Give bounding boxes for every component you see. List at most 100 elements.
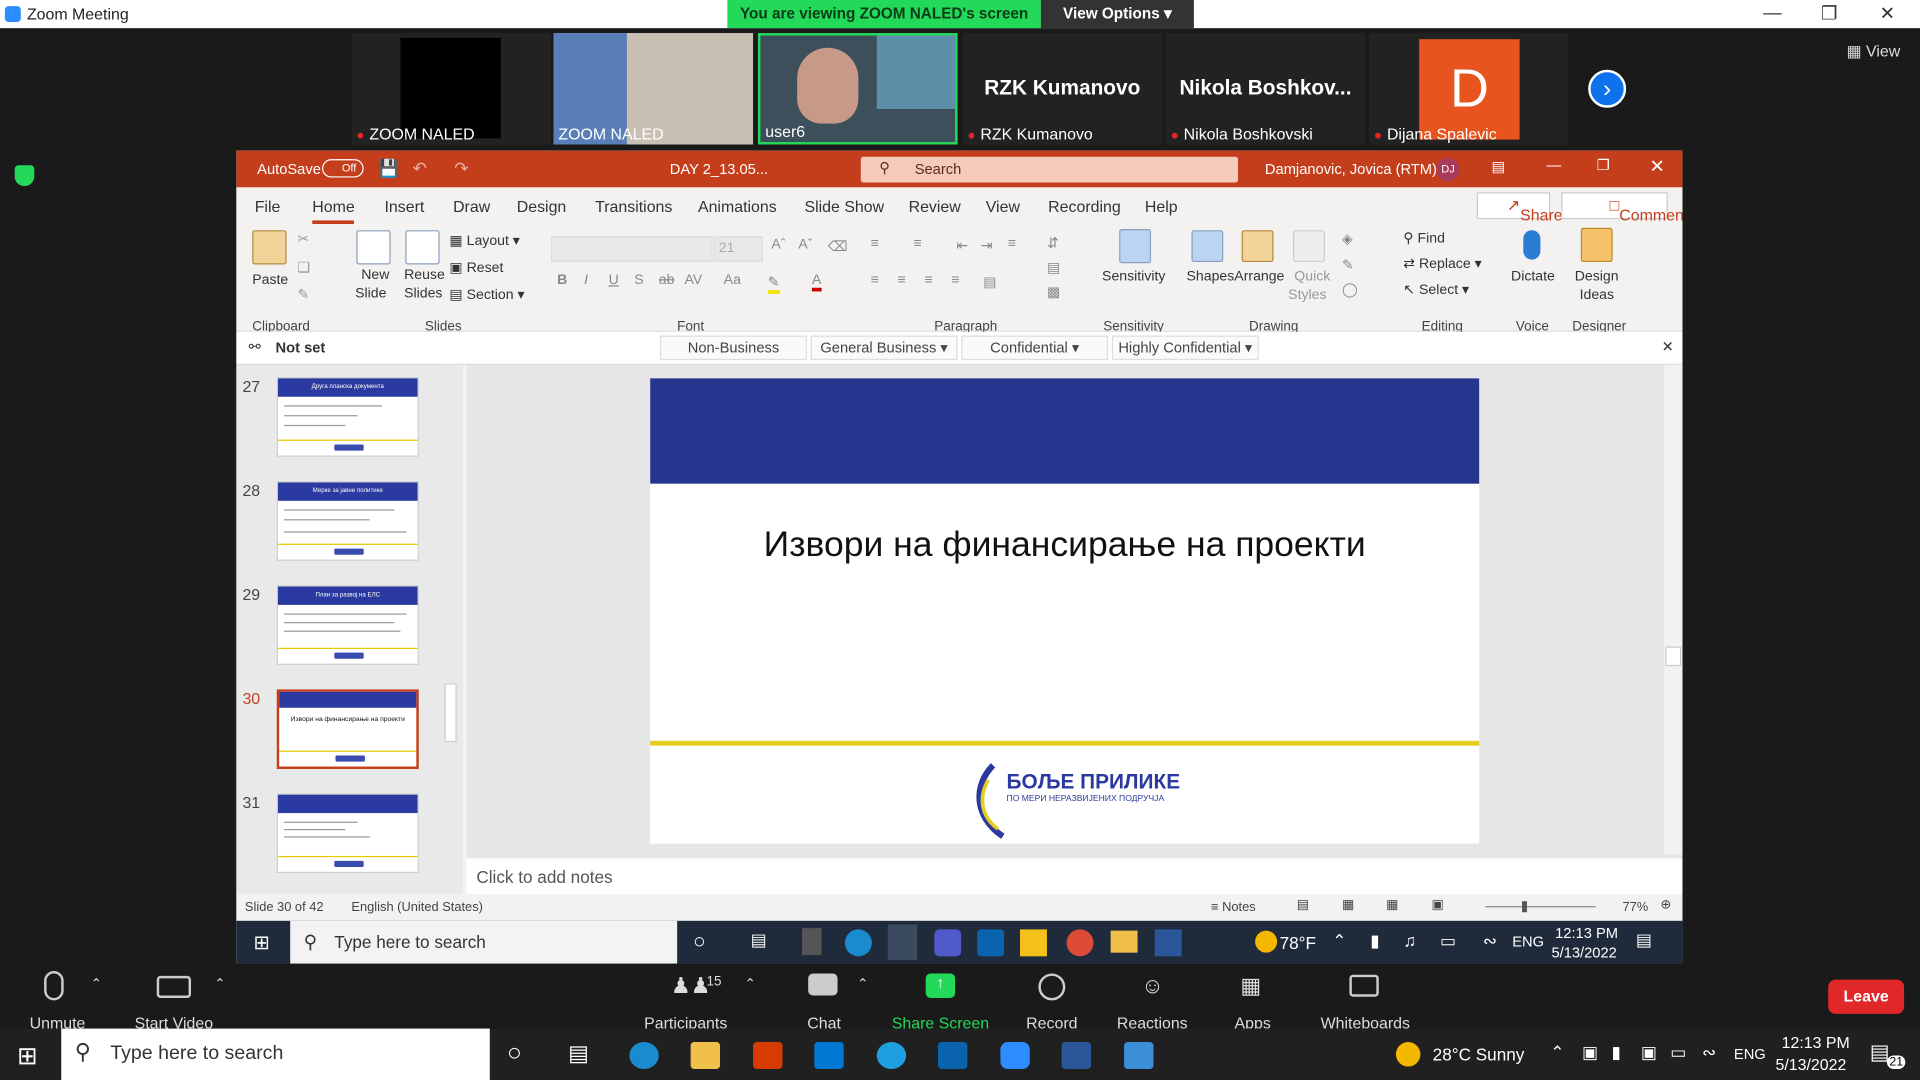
justify-icon[interactable]: ≡ xyxy=(951,273,959,288)
line-spacing-icon[interactable]: ≡ xyxy=(1008,236,1016,251)
font-shrink-icon[interactable]: Aˇ xyxy=(798,238,812,253)
tab-file[interactable]: File xyxy=(255,197,281,215)
maximize-icon[interactable]: ❐ xyxy=(1597,157,1610,174)
participant-tile-active[interactable]: user6 xyxy=(757,33,958,145)
file-explorer-icon[interactable] xyxy=(690,1042,721,1069)
participant-tile[interactable]: ZOOM NALED xyxy=(553,33,754,145)
tab-review[interactable]: Review xyxy=(909,197,961,215)
tab-draw[interactable]: Draw xyxy=(453,197,490,215)
comments-button[interactable]: □ Comments xyxy=(1561,192,1682,224)
clock-date[interactable]: 5/13/2022 xyxy=(1776,1056,1847,1074)
next-page-button[interactable]: › xyxy=(1588,69,1627,108)
shapes-label[interactable]: Shapes xyxy=(1187,269,1235,284)
tab-design[interactable]: Design xyxy=(517,197,567,215)
view-options-button[interactable]: View Options ▾ xyxy=(1040,0,1194,29)
shape-outline-icon[interactable]: ✎ xyxy=(1342,256,1354,273)
minimize-icon[interactable]: — xyxy=(1547,157,1562,174)
file-name[interactable]: DAY 2_13.05... xyxy=(670,160,768,177)
notification-icon[interactable]: ▤ xyxy=(1636,929,1652,950)
photos-icon[interactable] xyxy=(1124,1042,1154,1069)
teams-icon[interactable] xyxy=(934,929,962,957)
tab-transitions[interactable]: Transitions xyxy=(595,197,672,215)
paste-icon[interactable] xyxy=(252,230,287,265)
chat-chevron-icon[interactable]: ⌃ xyxy=(857,976,868,992)
wifi-icon[interactable]: ∾ xyxy=(1483,931,1497,952)
participants-icon[interactable]: ♟♟ xyxy=(671,973,711,999)
clock-time[interactable]: 12:13 PM xyxy=(1555,924,1618,941)
highly-confidential-button[interactable]: Highly Confidential ▾ xyxy=(1111,335,1259,361)
new-slide-label-2[interactable]: Slide xyxy=(355,287,386,302)
reading-view-icon[interactable]: ▦ xyxy=(1386,898,1398,913)
align-text-icon[interactable]: ▤ xyxy=(1047,258,1060,276)
whiteboard-icon[interactable] xyxy=(1349,974,1379,997)
zoom-app-taskbar-icon[interactable] xyxy=(1000,1042,1030,1069)
font-name-box[interactable] xyxy=(551,236,713,263)
notes-pane[interactable]: Click to add notes xyxy=(466,858,1683,896)
reset-button[interactable]: ▣ Reset xyxy=(449,258,503,276)
slide-thumbnail[interactable]: План за развој на ЕЛС xyxy=(276,585,419,665)
close-icon[interactable]: ✕ xyxy=(1649,156,1664,178)
quick-label[interactable]: Quick xyxy=(1294,269,1330,284)
tray-chevron-icon[interactable]: ⌃ xyxy=(1550,1042,1564,1063)
confidential-button[interactable]: Confidential ▾ xyxy=(961,335,1109,361)
audio-options-chevron-icon[interactable]: ⌃ xyxy=(91,976,102,992)
share-button[interactable]: ↗ Share xyxy=(1476,192,1563,224)
video-options-chevron-icon[interactable]: ⌃ xyxy=(214,976,225,992)
input-language[interactable]: ENG xyxy=(1734,1046,1766,1063)
task-view-icon[interactable]: ▤ xyxy=(751,929,767,950)
zoom-taskbar-icon[interactable] xyxy=(887,924,918,961)
section-button[interactable]: ▤ Section ▾ xyxy=(449,285,524,303)
minimize-icon[interactable]: — xyxy=(1763,2,1781,23)
muted-microphone-icon[interactable] xyxy=(44,971,64,1001)
replace-button[interactable]: ⇄ Replace ▾ xyxy=(1403,255,1481,272)
paste-label[interactable]: Paste xyxy=(252,273,288,288)
font-color-icon[interactable]: A xyxy=(811,273,822,292)
edge-icon[interactable] xyxy=(844,929,872,957)
slide-thumbnail[interactable]: Друга планска документа xyxy=(276,377,419,457)
thumbs-scrollbar[interactable] xyxy=(442,364,460,894)
change-case-icon[interactable]: Aa xyxy=(724,273,741,288)
tray-mic-icon[interactable]: ▮ xyxy=(1370,931,1379,952)
slide-title[interactable]: Извори на финансирање на проекти xyxy=(650,525,1479,565)
layout-button[interactable]: ▦ Layout ▾ xyxy=(449,231,519,249)
ribbon-display-icon[interactable]: ▤ xyxy=(1491,158,1505,175)
zoom-slider[interactable] xyxy=(1485,901,1596,913)
sensitivity-icon[interactable] xyxy=(1119,228,1152,264)
align-center-icon[interactable]: ≡ xyxy=(898,273,906,288)
participant-tile[interactable]: D ● Dijana Spalevic xyxy=(1368,33,1569,145)
microphone-icon[interactable] xyxy=(1523,230,1541,260)
chrome-icon[interactable] xyxy=(1066,929,1094,957)
slide-sorter-icon[interactable]: ▦ xyxy=(1342,898,1354,913)
outlook-icon[interactable] xyxy=(977,929,1005,957)
fit-slide-icon[interactable]: ⊕ xyxy=(1660,898,1671,913)
slide-thumbnail-selected[interactable]: Извори на финансирање на проекти xyxy=(276,689,419,769)
windows-start-icon[interactable]: ⊞ xyxy=(253,931,269,955)
clock-time[interactable]: 12:13 PM xyxy=(1782,1033,1850,1051)
clear-format-icon[interactable]: ⌫ xyxy=(828,238,848,255)
participant-tile[interactable]: Nikola Boshkov... ● Nikola Boshkovski xyxy=(1165,33,1366,145)
smartart-icon[interactable]: ▩ xyxy=(1047,283,1060,300)
select-button[interactable]: ↖ Select ▾ xyxy=(1403,280,1469,298)
cortana-icon[interactable]: ○ xyxy=(693,929,706,953)
weather-text[interactable]: 28°C Sunny xyxy=(1433,1044,1525,1064)
quick-styles-icon[interactable] xyxy=(1293,230,1325,263)
highlight-icon[interactable]: ✎ xyxy=(767,273,780,294)
new-slide-label[interactable]: New xyxy=(361,268,389,283)
tab-slide-show[interactable]: Slide Show xyxy=(804,197,884,215)
dictate-label[interactable]: Dictate xyxy=(1511,269,1555,284)
windows-start-icon[interactable]: ⊞ xyxy=(17,1041,38,1072)
cut-icon[interactable]: ✂ xyxy=(298,230,310,248)
wifi-icon[interactable]: ∾ xyxy=(1702,1042,1716,1063)
bold-icon[interactable]: B xyxy=(557,273,567,288)
cortana-icon[interactable]: ○ xyxy=(507,1040,522,1068)
restore-icon[interactable]: ❐ xyxy=(1821,2,1837,25)
slideshow-icon[interactable]: ▣ xyxy=(1431,898,1443,913)
video-off-icon[interactable] xyxy=(156,975,192,998)
autosave-toggle[interactable]: Off xyxy=(322,159,364,178)
copy-icon[interactable]: ❏ xyxy=(298,258,311,276)
char-spacing-icon[interactable]: AV xyxy=(684,273,702,288)
view-button[interactable]: ▦ View xyxy=(1847,42,1901,62)
tab-home[interactable]: Home xyxy=(312,197,354,215)
file-explorer-icon[interactable] xyxy=(1110,930,1138,953)
user-avatar[interactable]: DJ xyxy=(1436,157,1460,182)
